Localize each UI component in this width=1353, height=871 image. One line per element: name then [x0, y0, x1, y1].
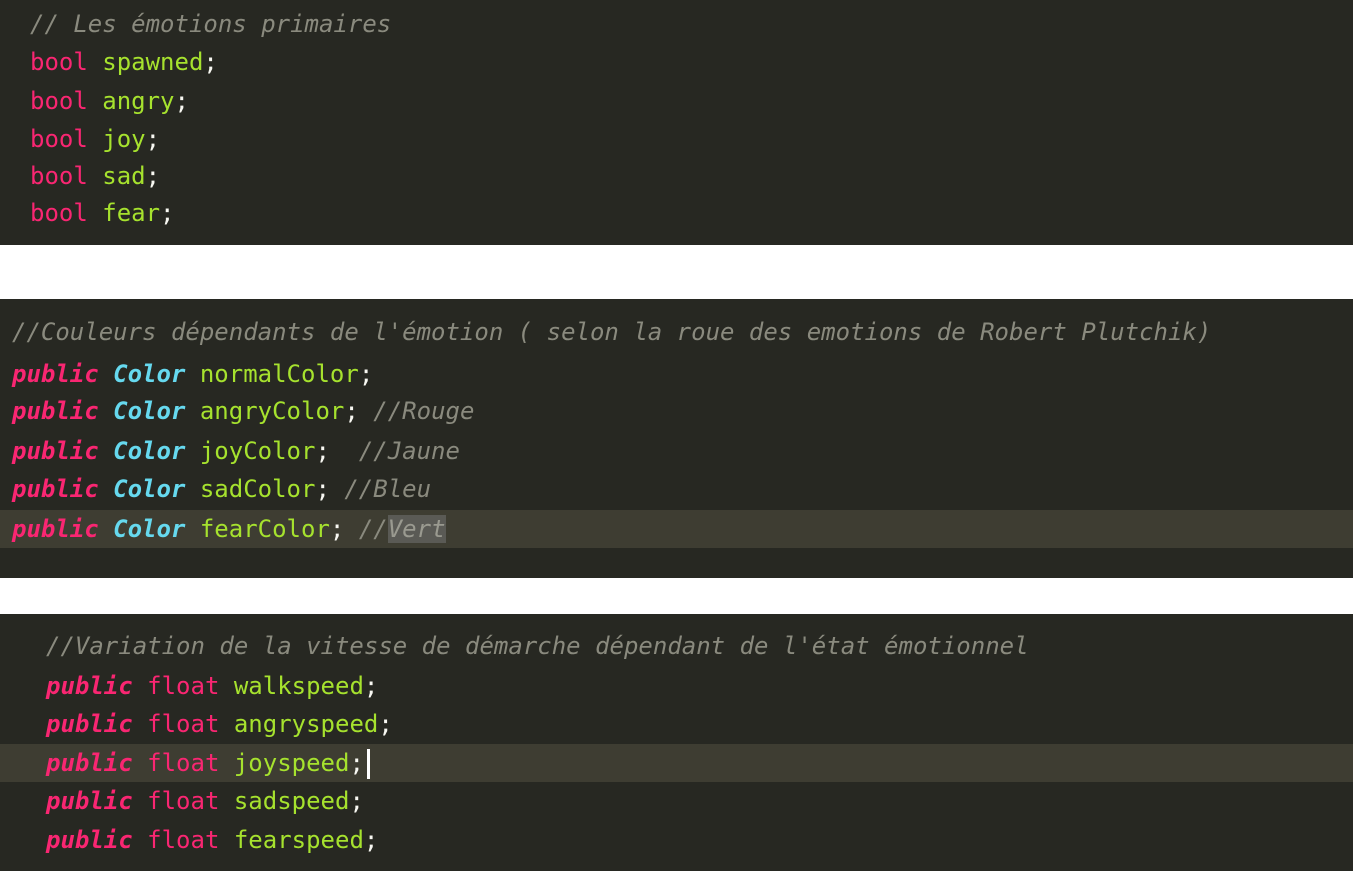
semicolon: ; — [349, 787, 364, 815]
type-keyword: bool — [30, 199, 88, 227]
code-line-joy[interactable]: bool joy; — [0, 120, 1353, 158]
access-modifier: public — [46, 710, 133, 738]
variable-name: fearspeed — [233, 826, 364, 854]
semicolon: ; — [160, 199, 175, 227]
comment-line[interactable]: //Variation de la vitesse de démarche dé… — [0, 627, 1353, 665]
semicolon: ; — [363, 672, 379, 700]
code-line-sadspeed[interactable]: public float sadspeed; — [0, 782, 1353, 820]
variable-name: joy — [102, 125, 146, 153]
code-panel-walk-speeds[interactable]: //Variation de la vitesse de démarche dé… — [0, 614, 1353, 871]
type-keyword: bool — [30, 48, 88, 76]
semicolon: ; — [378, 710, 393, 738]
semicolon: ; — [174, 87, 189, 115]
code-line-angryColor[interactable]: public Color angryColor; //Rouge — [0, 392, 1353, 430]
access-modifier: public — [46, 672, 133, 700]
code-line-sadColor[interactable]: public Color sadColor; //Bleu — [0, 470, 1353, 508]
variable-name: sad — [102, 162, 146, 190]
code-line-angryspeed[interactable]: public float angryspeed; — [0, 705, 1353, 743]
class-name: Color — [113, 475, 186, 503]
type-keyword: float — [147, 826, 220, 854]
semicolon: ; — [363, 826, 379, 854]
semicolon: ; — [315, 437, 359, 465]
variable-name: joyColor — [199, 437, 316, 465]
class-name: Color — [113, 515, 186, 543]
code-line-joyspeed[interactable]: public float joyspeed; — [0, 744, 1353, 782]
class-name: Color — [113, 437, 186, 465]
type-keyword: bool — [30, 87, 88, 115]
access-modifier: public — [12, 475, 99, 503]
code-line-joyColor[interactable]: public Color joyColor; //Jaune — [0, 432, 1353, 470]
semicolon: ; — [358, 360, 374, 388]
variable-name: spawned — [102, 48, 204, 76]
code-line-fear[interactable]: bool fear; — [0, 194, 1353, 232]
semicolon: ; — [315, 475, 345, 503]
class-name: Color — [113, 397, 186, 425]
variable-name: sadColor — [199, 475, 316, 503]
variable-name: fearColor — [199, 515, 330, 543]
type-keyword: float — [147, 672, 220, 700]
comment-line[interactable]: // Les émotions primaires — [0, 5, 1353, 43]
code-line-spawned[interactable]: bool spawned; — [0, 43, 1353, 81]
variable-name: normalColor — [199, 360, 359, 388]
access-modifier: public — [12, 360, 99, 388]
code-line-sad[interactable]: bool sad; — [0, 157, 1353, 195]
code-line-normalColor[interactable]: public Color normalColor; — [0, 355, 1353, 393]
variable-name: sadspeed — [233, 787, 350, 815]
inline-comment: // — [358, 515, 388, 543]
access-modifier: public — [46, 787, 133, 815]
code-line-walkspeed[interactable]: public float walkspeed; — [0, 667, 1353, 705]
type-keyword: float — [147, 710, 220, 738]
inline-comment: //Bleu — [344, 475, 432, 503]
variable-name: joyspeed — [233, 749, 350, 777]
semicolon: ; — [145, 162, 161, 190]
access-modifier: public — [12, 515, 99, 543]
inline-comment: //Rouge — [373, 397, 475, 425]
code-line-fearspeed[interactable]: public float fearspeed; — [0, 821, 1353, 859]
semicolon: ; — [349, 749, 364, 777]
code-panel-primary-emotions[interactable]: // Les émotions primaires bool spawned; … — [0, 0, 1353, 245]
access-modifier: public — [12, 397, 99, 425]
variable-name: angry — [102, 87, 175, 115]
access-modifier: public — [46, 826, 133, 854]
code-line-angry[interactable]: bool angry; — [0, 82, 1353, 120]
type-keyword: float — [147, 749, 220, 777]
access-modifier: public — [46, 749, 133, 777]
text-selection[interactable]: Vert — [387, 515, 446, 543]
semicolon: ; — [329, 515, 359, 543]
access-modifier: public — [12, 437, 99, 465]
semicolon: ; — [203, 48, 218, 76]
comment-text: // Les émotions primaires — [30, 10, 392, 38]
type-keyword: bool — [30, 125, 88, 153]
comment-text: //Couleurs dépendants de l'émotion ( sel… — [12, 318, 1212, 346]
variable-name: fear — [102, 199, 161, 227]
inline-comment: //Jaune — [358, 437, 460, 465]
variable-name: angryColor — [199, 397, 345, 425]
code-panel-emotion-colors[interactable]: //Couleurs dépendants de l'émotion ( sel… — [0, 299, 1353, 578]
comment-line[interactable]: //Couleurs dépendants de l'émotion ( sel… — [0, 313, 1353, 351]
code-line-fearColor[interactable]: public Color fearColor; //Vert — [0, 510, 1353, 548]
semicolon: ; — [344, 397, 374, 425]
type-keyword: bool — [30, 162, 88, 190]
variable-name: walkspeed — [233, 672, 364, 700]
text-cursor — [366, 749, 370, 779]
class-name: Color — [113, 360, 186, 388]
comment-text: //Variation de la vitesse de démarche dé… — [46, 632, 1029, 660]
type-keyword: float — [147, 787, 220, 815]
semicolon: ; — [145, 125, 161, 153]
variable-name: angryspeed — [233, 710, 379, 738]
